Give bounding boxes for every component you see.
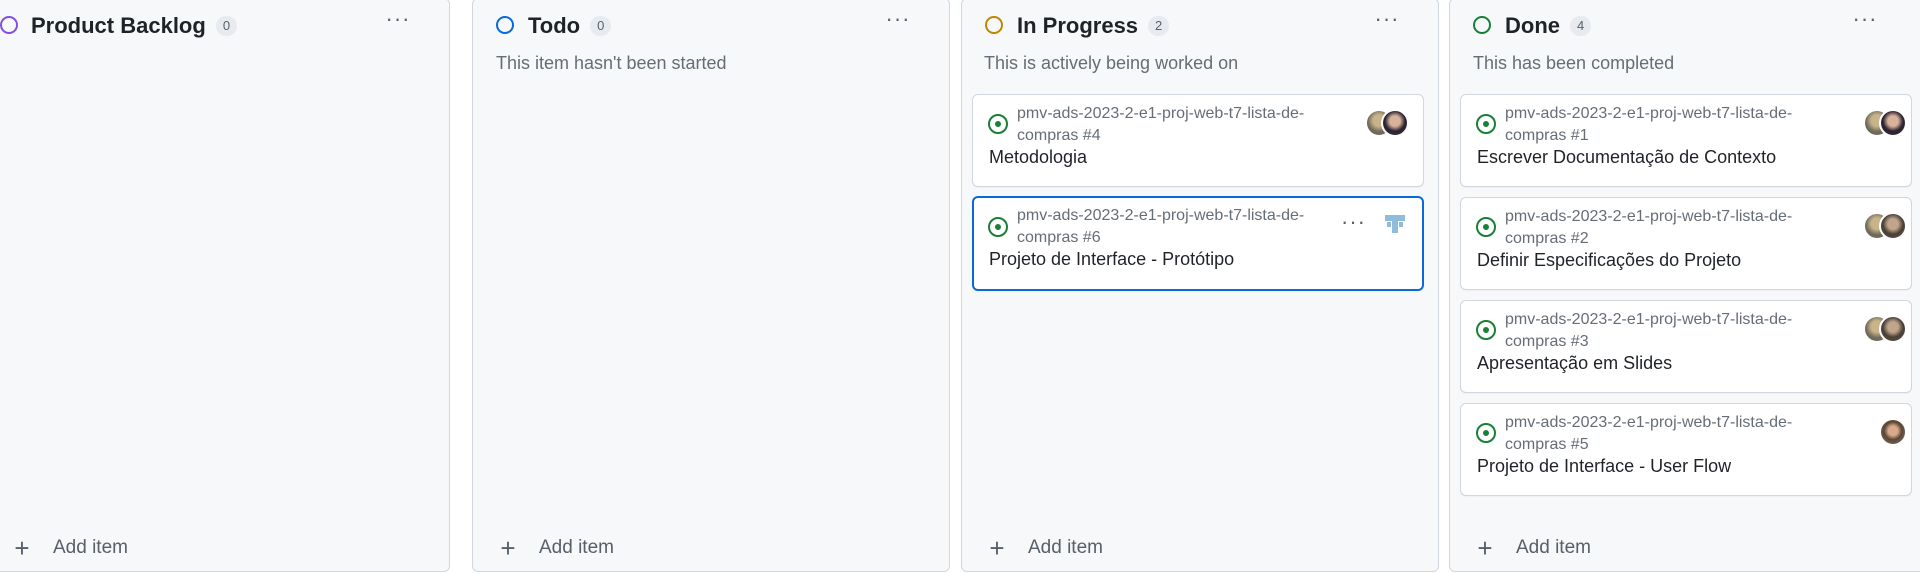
issue-title[interactable]: Projeto de Interface - Protótipo xyxy=(989,249,1234,270)
issue-title[interactable]: Escrever Documentação de Contexto xyxy=(1477,147,1776,168)
avatar xyxy=(1879,315,1907,343)
avatar xyxy=(1879,109,1907,137)
issue-repo-reference[interactable]: pmv-ads-2023-2-e1-proj-web-t7-lista-de-c… xyxy=(1505,103,1825,147)
issue-repo-reference[interactable]: pmv-ads-2023-2-e1-proj-web-t7-lista-de-c… xyxy=(1505,309,1825,353)
column-title: Todo 0 xyxy=(528,13,612,39)
issue-card[interactable]: pmv-ads-2023-2-e1-proj-web-t7-lista-de-c… xyxy=(1460,300,1912,393)
column-done: Done 4 ··· This has been completed pmv-ad… xyxy=(1449,0,1920,572)
item-count-badge: 0 xyxy=(590,16,612,36)
issue-card[interactable]: pmv-ads-2023-2-e1-proj-web-t7-lista-de-c… xyxy=(972,196,1424,291)
assignee-avatars[interactable] xyxy=(1381,211,1409,239)
avatar xyxy=(1879,212,1907,240)
column-menu-icon[interactable]: ··· xyxy=(883,8,913,33)
avatar xyxy=(1381,109,1409,137)
issue-open-icon xyxy=(1476,320,1496,340)
assignee-avatars[interactable] xyxy=(1879,418,1907,446)
add-item-button[interactable]: + Add item xyxy=(11,534,128,562)
issue-repo-reference[interactable]: pmv-ads-2023-2-e1-proj-web-t7-lista-de-c… xyxy=(1017,205,1337,249)
plus-icon: + xyxy=(989,533,1005,563)
add-item-label: Add item xyxy=(539,537,614,558)
issue-repo-reference[interactable]: pmv-ads-2023-2-e1-proj-web-t7-lista-de-c… xyxy=(1017,103,1337,147)
add-item-label: Add item xyxy=(1028,537,1103,558)
issue-title[interactable]: Projeto de Interface - User Flow xyxy=(1477,456,1731,477)
identicon-icon xyxy=(1385,215,1405,233)
add-item-button[interactable]: + Add item xyxy=(986,534,1103,562)
issue-card[interactable]: pmv-ads-2023-2-e1-proj-web-t7-lista-de-c… xyxy=(1460,197,1912,290)
assignee-avatars[interactable] xyxy=(1863,109,1907,137)
plus-icon: + xyxy=(14,533,30,563)
column-header: Todo 0 ··· xyxy=(473,0,949,55)
add-item-button[interactable]: + Add item xyxy=(1474,534,1591,562)
avatar xyxy=(1879,418,1907,446)
column-description: This is actively being worked on xyxy=(984,53,1239,73)
issue-open-icon xyxy=(1476,217,1496,237)
column-menu-icon[interactable]: ··· xyxy=(383,8,413,33)
column-description: This item hasn't been started xyxy=(496,53,727,73)
issue-repo-reference[interactable]: pmv-ads-2023-2-e1-proj-web-t7-lista-de-c… xyxy=(1505,206,1825,250)
status-circle-icon xyxy=(985,16,1003,34)
column-product-backlog: Product Backlog 0 ··· + Add item xyxy=(0,0,450,572)
assignee-avatars[interactable] xyxy=(1365,109,1409,137)
item-count-badge: 2 xyxy=(1148,16,1170,36)
column-title: Product Backlog 0 xyxy=(31,13,238,39)
issue-repo-reference[interactable]: pmv-ads-2023-2-e1-proj-web-t7-lista-de-c… xyxy=(1505,412,1825,456)
column-header: Done 4 ··· xyxy=(1450,0,1920,55)
assignee-avatars[interactable] xyxy=(1863,212,1907,240)
item-count-badge: 4 xyxy=(1570,16,1592,36)
issue-title[interactable]: Apresentação em Slides xyxy=(1477,353,1672,374)
plus-icon: + xyxy=(1477,533,1493,563)
column-title: Done 4 xyxy=(1505,13,1592,39)
project-board: Product Backlog 0 ··· + Add item Todo 0 ··… xyxy=(0,0,1920,574)
column-todo: Todo 0 ··· This item hasn't been started … xyxy=(472,0,950,572)
issue-title[interactable]: Metodologia xyxy=(989,147,1087,168)
add-item-button[interactable]: + Add item xyxy=(497,534,614,562)
issue-open-icon xyxy=(1476,423,1496,443)
issue-open-icon xyxy=(988,114,1008,134)
avatar xyxy=(1381,211,1409,239)
plus-icon: + xyxy=(500,533,516,563)
status-circle-icon xyxy=(1473,16,1491,34)
column-menu-icon[interactable]: ··· xyxy=(1850,8,1880,33)
issue-open-icon xyxy=(1476,114,1496,134)
column-header: In Progress 2 ··· xyxy=(962,0,1438,55)
column-title: In Progress 2 xyxy=(1017,13,1170,39)
add-item-label: Add item xyxy=(53,537,128,558)
issue-open-icon xyxy=(988,217,1008,237)
add-item-label: Add item xyxy=(1516,537,1591,558)
column-menu-icon[interactable]: ··· xyxy=(1372,8,1402,33)
status-circle-icon xyxy=(496,16,514,34)
column-in-progress: In Progress 2 ··· This is actively being … xyxy=(961,0,1439,572)
assignee-avatars[interactable] xyxy=(1863,315,1907,343)
column-description: This has been completed xyxy=(1473,53,1675,73)
card-menu-icon[interactable]: ··· xyxy=(1341,211,1366,233)
issue-card[interactable]: pmv-ads-2023-2-e1-proj-web-t7-lista-de-c… xyxy=(1460,403,1912,496)
issue-card[interactable]: pmv-ads-2023-2-e1-proj-web-t7-lista-de-c… xyxy=(1460,94,1912,187)
column-header: Product Backlog 0 ··· xyxy=(0,0,449,55)
status-circle-icon xyxy=(0,16,18,34)
item-count-badge: 0 xyxy=(215,16,238,36)
issue-card[interactable]: pmv-ads-2023-2-e1-proj-web-t7-lista-de-c… xyxy=(972,94,1424,187)
issue-title[interactable]: Definir Especificações do Projeto xyxy=(1477,250,1741,271)
